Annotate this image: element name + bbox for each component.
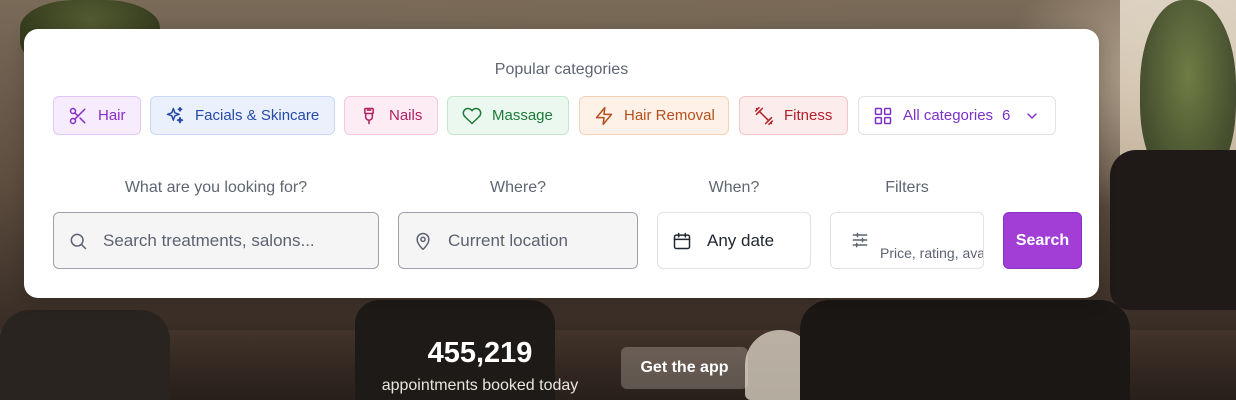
calendar-icon — [673, 232, 691, 249]
category-chip-facials[interactable]: Facials & Skincare — [150, 96, 335, 135]
what-label: What are you looking for? — [124, 179, 308, 196]
when-label: When? — [708, 179, 760, 196]
treatment-search-input[interactable]: Search treatments, salons... — [53, 212, 379, 269]
category-chip-massage[interactable]: Massage — [447, 96, 569, 135]
category-label: Hair — [98, 107, 126, 124]
all-categories-label: All categories — [903, 107, 994, 124]
category-label: Hair Removal — [624, 107, 715, 124]
date-picker[interactable]: Any date — [657, 212, 811, 269]
category-chip-hair[interactable]: Hair — [53, 96, 141, 135]
chevron-down-icon — [1027, 112, 1038, 119]
all-categories-button[interactable]: All categories 6 — [858, 96, 1056, 135]
categories-count-badge: 6 — [1002, 107, 1011, 124]
scissors-icon — [69, 107, 86, 124]
category-label: Facials & Skincare — [195, 107, 320, 124]
filters-summary: Price, rating, avail — [880, 245, 984, 261]
search-placeholder: Search treatments, salons... — [103, 230, 315, 250]
get-the-app-button[interactable]: Get the app — [621, 347, 748, 389]
search-icon — [70, 233, 87, 249]
where-label: Where? — [489, 179, 547, 196]
category-label: Nails — [389, 107, 423, 124]
category-chip-fitness[interactable]: Fitness — [739, 96, 848, 135]
dumbbell-icon — [754, 106, 774, 125]
location-placeholder: Current location — [448, 230, 569, 250]
appointments-caption: appointments booked today — [381, 377, 579, 394]
category-chip-nails[interactable]: Nails — [344, 96, 438, 135]
grid-icon — [874, 107, 892, 124]
search-card: Popular categories Hair Facials & Skinca… — [24, 29, 1099, 298]
nail-polish-icon — [364, 107, 374, 124]
category-label: Fitness — [784, 107, 833, 124]
date-value: Any date — [707, 230, 775, 250]
zap-icon — [595, 106, 613, 125]
sparkles-icon — [166, 106, 184, 123]
sliders-icon — [852, 232, 868, 248]
appointments-count: 455,219 — [427, 337, 533, 369]
popular-categories-title: Popular categories — [494, 61, 629, 78]
category-chip-hair-removal[interactable]: Hair Removal — [579, 96, 729, 135]
filters-label: Filters — [885, 179, 929, 196]
location-input[interactable]: Current location — [398, 212, 638, 269]
map-pin-icon — [416, 232, 430, 250]
search-button[interactable]: Search — [1003, 212, 1082, 269]
category-label: Massage — [492, 107, 553, 124]
filters-button[interactable]: Price, rating, avail — [830, 212, 984, 269]
heart-icon — [462, 107, 482, 124]
